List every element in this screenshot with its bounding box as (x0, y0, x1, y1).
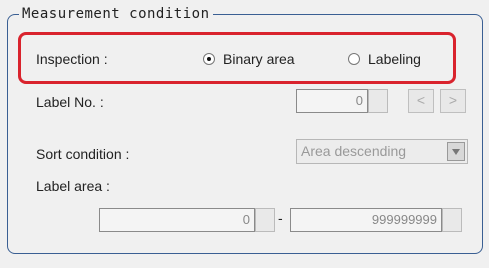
sort-condition-label: Sort condition : (36, 146, 130, 162)
group-title: Measurement condition (19, 6, 213, 22)
radio-unchecked-icon (348, 53, 360, 65)
radio-labeling[interactable]: Labeling (348, 51, 421, 67)
radio-labeling-label: Labeling (368, 51, 421, 67)
radio-checked-icon (203, 53, 215, 65)
next-label-button[interactable]: > (440, 89, 466, 113)
chevron-down-icon[interactable] (447, 142, 465, 161)
label-area-label: Label area : (36, 178, 110, 194)
label-area-max-spin-button[interactable] (442, 208, 462, 232)
label-area-min-field[interactable]: 0 (99, 208, 255, 232)
radio-binary-area-label: Binary area (223, 51, 295, 67)
label-area-max-field[interactable]: 999999999 (290, 208, 442, 232)
radio-binary-area[interactable]: Binary area (203, 51, 295, 67)
sort-condition-value: Area descending (301, 143, 407, 159)
label-no-label: Label No. : (36, 94, 104, 110)
label-area-min-spin-button[interactable] (255, 208, 275, 232)
label-no-field[interactable]: 0 (296, 89, 368, 113)
prev-label-button[interactable]: < (408, 89, 434, 113)
sort-condition-select[interactable]: Area descending (296, 139, 468, 164)
label-no-spin-button[interactable] (368, 89, 388, 113)
inspection-label: Inspection : (36, 51, 108, 67)
range-separator: - (278, 210, 283, 226)
